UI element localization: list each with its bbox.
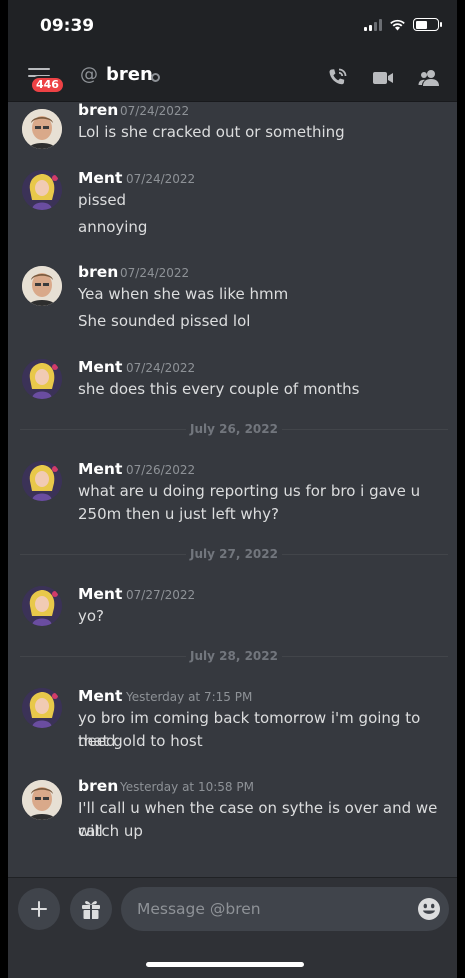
battery-icon: [413, 18, 442, 31]
message-text: she does this every couple of months: [78, 380, 360, 398]
video-icon[interactable]: [371, 66, 395, 90]
gift-icon: [82, 901, 100, 919]
avatar[interactable]: [22, 109, 62, 149]
message-text: pissed: [78, 191, 127, 209]
author-name[interactable]: Ment: [78, 460, 122, 478]
at-symbol: @: [80, 64, 98, 85]
members-icon[interactable]: [417, 66, 441, 90]
message-timestamp: Yesterday at 10:58 PM: [120, 780, 254, 794]
plus-icon[interactable]: [18, 888, 60, 930]
unread-badge: 446: [30, 76, 65, 94]
home-indicator[interactable]: [146, 962, 304, 967]
author-name[interactable]: bren: [78, 102, 118, 119]
signal-icon: [364, 18, 382, 31]
message-timestamp: 07/24/2022: [120, 104, 190, 118]
message-timestamp: 07/24/2022: [120, 266, 190, 280]
avatar[interactable]: [22, 586, 62, 626]
message-text: Lol is she cracked out or something: [78, 123, 345, 141]
author-name[interactable]: bren: [78, 263, 118, 281]
status-time: 09:39: [40, 16, 95, 36]
message-text: She sounded pissed lol: [78, 312, 251, 330]
message-text: annoying: [78, 218, 148, 236]
dm-screen: 09:39 446 @ bren bren 07/24/2022 Lol is …: [8, 0, 457, 978]
dm-username[interactable]: bren: [106, 64, 153, 85]
date-divider: July 26, 2022: [20, 422, 448, 436]
avatar[interactable]: [22, 266, 62, 306]
message-timestamp: Yesterday at 7:15 PM: [126, 690, 253, 704]
message-text: catch up: [78, 822, 143, 840]
message-timestamp: 07/27/2022: [126, 588, 196, 602]
message-text: what are u doing reporting us for bro i …: [78, 482, 421, 500]
message-text: Yea when she was like hmm: [78, 285, 289, 303]
author-name[interactable]: Ment: [78, 169, 122, 187]
message-text: that gold to host: [78, 732, 203, 750]
author-name[interactable]: Ment: [78, 687, 122, 705]
avatar[interactable]: [22, 359, 62, 399]
offline-status-icon: [151, 73, 160, 82]
author-name[interactable]: Ment: [78, 358, 122, 376]
wifi-icon: [390, 19, 405, 31]
date-divider: July 28, 2022: [20, 649, 448, 663]
author-name[interactable]: bren: [78, 777, 118, 795]
status-icons: [364, 18, 442, 31]
message-timestamp: 07/24/2022: [126, 361, 196, 375]
date-divider-text: July 26, 2022: [190, 422, 278, 436]
dm-header: 446 @ bren: [8, 56, 457, 102]
avatar[interactable]: [22, 688, 62, 728]
avatar[interactable]: [22, 461, 62, 501]
message-timestamp: 07/26/2022: [126, 463, 196, 477]
avatar[interactable]: [22, 780, 62, 820]
message-text: yo?: [78, 607, 105, 625]
date-divider-text: July 27, 2022: [190, 547, 278, 561]
call-icon[interactable]: [325, 66, 349, 90]
message-input-wrapper: [121, 887, 449, 931]
message-timestamp: 07/24/2022: [126, 172, 196, 186]
date-divider-text: July 28, 2022: [190, 649, 278, 663]
gift-button[interactable]: [70, 888, 112, 930]
emoji-icon[interactable]: [417, 897, 441, 921]
avatar[interactable]: [22, 170, 62, 210]
author-name[interactable]: Ment: [78, 585, 122, 603]
message-text: 250m then u just left why?: [78, 505, 279, 523]
message-input[interactable]: [137, 887, 397, 931]
message-list[interactable]: bren 07/24/2022 Lol is she cracked out o…: [8, 102, 457, 877]
date-divider: July 27, 2022: [20, 547, 448, 561]
status-bar: 09:39: [8, 0, 457, 56]
header-actions: [325, 66, 441, 90]
